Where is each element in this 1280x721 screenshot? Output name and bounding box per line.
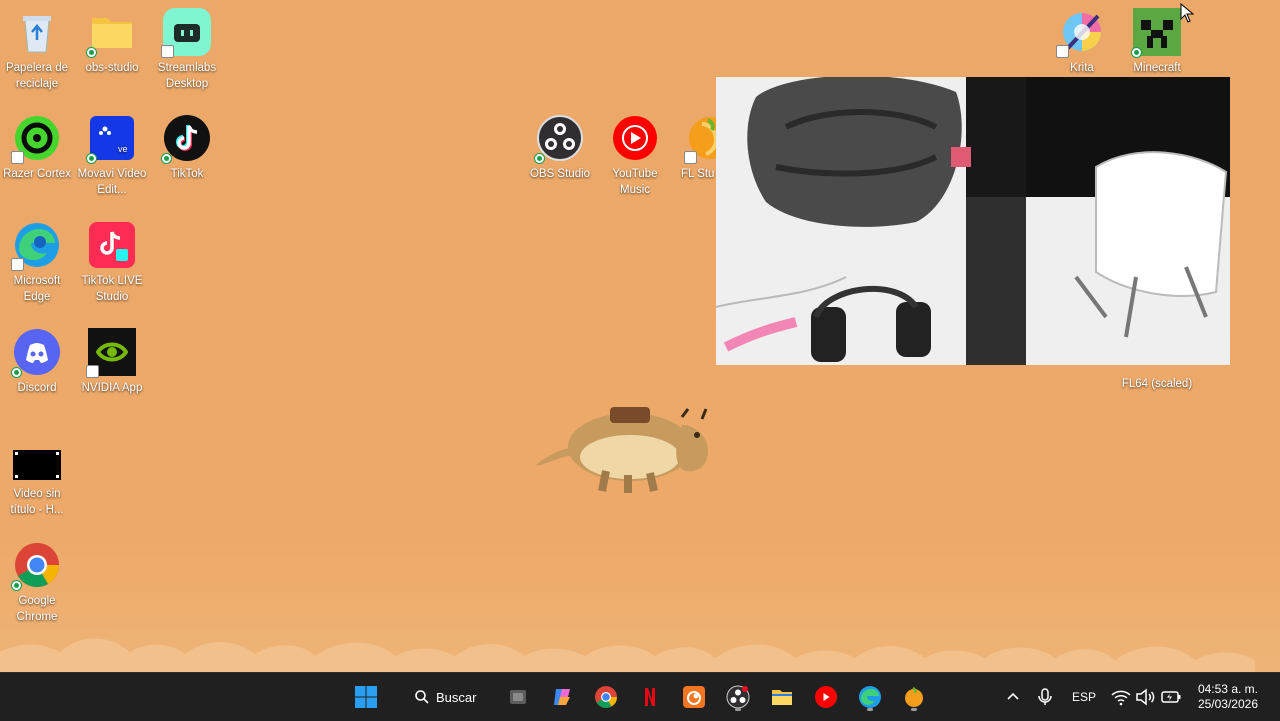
chrome-icon (595, 686, 617, 708)
desktop-icon-video-file[interactable]: Video sin título - H... (0, 450, 74, 518)
desktop: Papelera de reciclaje obs-studio Streaml… (0, 0, 1280, 672)
running-indicator (735, 708, 741, 711)
microphone-icon (1038, 688, 1052, 705)
movavi-icon: ve (86, 114, 136, 164)
language-indicator[interactable]: ESP (1072, 690, 1096, 704)
desktop-icon-nvidia-app[interactable]: NVIDIA App (75, 328, 149, 396)
streamlabs-icon (161, 8, 211, 58)
windows-logo-icon (355, 686, 377, 708)
taskbar: Buscar ESP 04:53 a. m. 25/03/2026 (0, 672, 1280, 721)
desktop-icon-fl64[interactable]: FL64 (scaled) (1114, 376, 1200, 392)
shortcut-arrow-icon (161, 45, 174, 58)
obs-icon (726, 685, 750, 709)
discord-icon (11, 328, 61, 378)
obs-icon (534, 114, 584, 164)
shortcut-arrow-icon (86, 365, 99, 378)
edge-icon (859, 686, 881, 708)
running-indicator (911, 708, 917, 711)
speaker-icon (1136, 688, 1155, 706)
tiktok-live-studio-icon (88, 221, 136, 269)
sync-status-icon (161, 153, 172, 164)
desktop-icon-movavi[interactable]: ve Movavi Video Edit... (75, 114, 149, 198)
sync-status-icon (11, 580, 22, 591)
sync-status-icon (86, 153, 97, 164)
folder-icon (86, 8, 136, 58)
taskbar-chrome[interactable] (590, 681, 622, 713)
taskbar-file-explorer[interactable] (766, 681, 798, 713)
start-button[interactable] (350, 681, 382, 713)
task-view-icon (510, 690, 526, 704)
nvidia-icon (86, 328, 136, 378)
desktop-icon-razer-cortex[interactable]: Razer Cortex (0, 114, 74, 182)
mouse-cursor-icon (1180, 3, 1194, 23)
taskbar-netflix[interactable] (634, 681, 666, 713)
show-hidden-icons-button[interactable] (998, 681, 1028, 713)
tiktok-icon (161, 114, 211, 164)
taskbar-obs[interactable] (722, 681, 754, 713)
desktop-icon-youtube-music[interactable]: YouTube Music (598, 114, 672, 198)
fl-studio-icon (905, 686, 923, 707)
clock-date: 25/03/2026 (1197, 697, 1258, 711)
webcam-preview (716, 77, 1230, 365)
search-button[interactable]: Buscar (400, 681, 484, 713)
minecraft-icon (1131, 8, 1181, 58)
taskbar-fl-studio[interactable] (898, 681, 930, 713)
shortcut-arrow-icon (11, 258, 24, 271)
clock[interactable]: 04:53 a. m. 25/03/2026 (1198, 682, 1258, 712)
netflix-icon (645, 688, 655, 706)
youtube-music-icon (611, 114, 659, 162)
taskbar-copilot[interactable] (546, 681, 578, 713)
sync-status-icon (86, 47, 97, 58)
sync-status-icon (534, 153, 545, 164)
task-view-button[interactable] (502, 681, 534, 713)
cloud-decoration (0, 638, 1255, 672)
shortcut-arrow-icon (684, 151, 697, 164)
desktop-icon-recycle-bin[interactable]: Papelera de reciclaje (0, 8, 74, 92)
running-indicator (867, 708, 873, 711)
krita-icon (1056, 8, 1106, 58)
search-icon (415, 690, 429, 704)
desktop-icon-tiktok-live-studio[interactable]: TikTok LIVE Studio (75, 221, 149, 305)
edge-icon (11, 221, 61, 271)
desktop-icon-krita[interactable]: Krita (1045, 8, 1119, 76)
shortcut-arrow-icon (11, 151, 24, 164)
desktop-icon-streamlabs[interactable]: Streamlabs Desktop (150, 8, 224, 92)
taskbar-youtube-music[interactable] (810, 681, 842, 713)
desktop-icon-discord[interactable]: Discord (0, 328, 74, 396)
recycle-bin-icon (13, 8, 61, 56)
desktop-icon-edge[interactable]: Microsoft Edge (0, 221, 74, 305)
shortcut-arrow-icon (1056, 45, 1069, 58)
chevron-up-icon (1007, 692, 1019, 700)
svg-text:ve: ve (118, 144, 128, 154)
battery-button[interactable] (1156, 681, 1186, 713)
search-label: Buscar (436, 689, 477, 705)
razer-cortex-icon (11, 114, 61, 164)
crunchyroll-icon (683, 686, 705, 708)
desktop-icon-obs-studio-folder[interactable]: obs-studio (75, 8, 149, 76)
desktop-icon-tiktok[interactable]: TikTok (150, 114, 224, 182)
sync-status-icon (1131, 47, 1142, 58)
taskbar-crunchyroll[interactable] (678, 681, 710, 713)
desktop-icon-obs-studio[interactable]: OBS Studio (523, 114, 597, 182)
appa-wallpaper-illustration (536, 407, 708, 493)
microphone-button[interactable] (1030, 681, 1060, 713)
clock-time: 04:53 a. m. (1197, 682, 1258, 696)
taskbar-edge[interactable] (854, 681, 886, 713)
video-file-icon (13, 450, 61, 480)
copilot-icon (554, 689, 570, 705)
youtube-music-icon (815, 686, 837, 708)
battery-charging-icon (1161, 691, 1181, 703)
chrome-icon (11, 541, 61, 591)
folder-icon (772, 690, 792, 705)
sync-status-icon (11, 367, 22, 378)
webcam-image (716, 77, 1230, 365)
